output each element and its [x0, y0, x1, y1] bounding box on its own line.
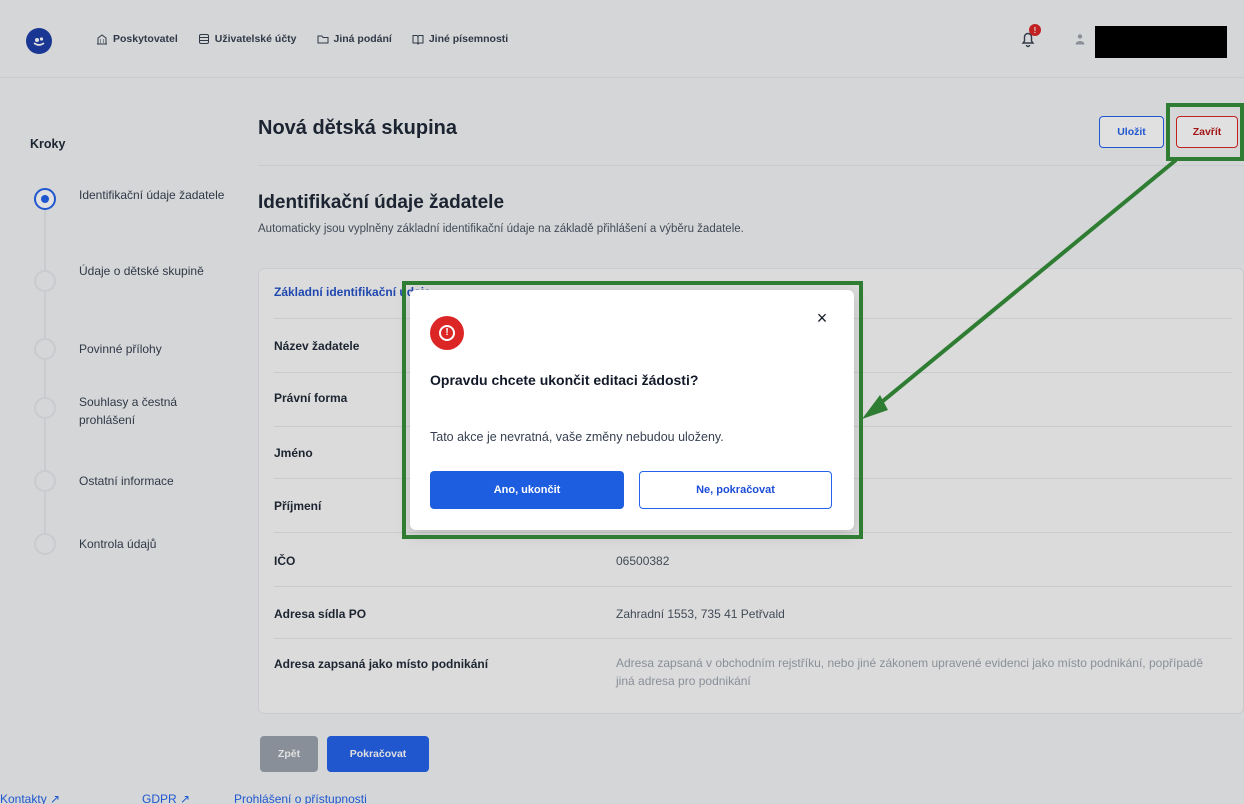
annotation-box-dialog: [402, 281, 863, 539]
annotation-box-close-button: [1166, 103, 1244, 161]
